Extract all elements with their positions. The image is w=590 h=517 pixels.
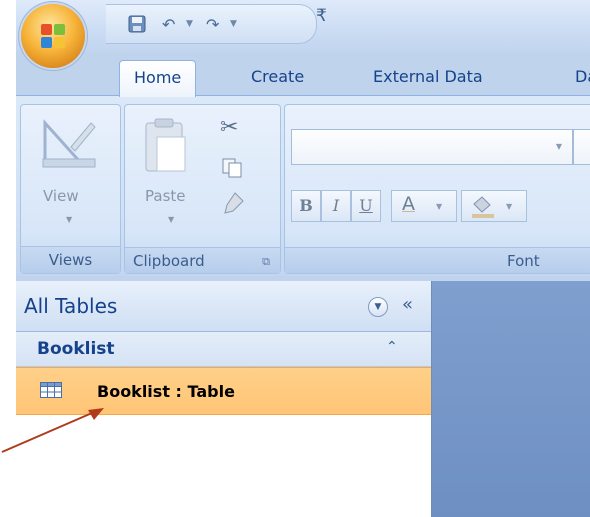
clipboard-group: Paste ▼ ✂ Clipboard ⧉ xyxy=(124,104,281,274)
font-label-text: Font xyxy=(507,252,540,270)
office-logo-icon xyxy=(41,24,65,48)
clipboard-group-label: Clipboard ⧉ xyxy=(125,247,280,273)
view-dropdown-icon[interactable]: ▼ xyxy=(66,215,72,224)
redo-icon[interactable]: ↷ xyxy=(206,15,219,34)
shutter-bar-close-icon[interactable]: « xyxy=(402,294,413,315)
font-size-combobox[interactable] xyxy=(573,129,590,165)
font-group: ▼ B I U A ▼ ▼ Font xyxy=(284,104,590,274)
fill-color-button[interactable]: ▼ xyxy=(461,190,527,222)
font-color-button[interactable]: A ▼ xyxy=(391,190,457,222)
fill-color-dropdown-icon[interactable]: ▼ xyxy=(506,202,512,211)
views-group: View ▼ Views xyxy=(20,104,121,274)
nav-pane-title: All Tables xyxy=(24,294,118,318)
font-group-label: Font xyxy=(285,247,590,273)
paste-dropdown-icon[interactable]: ▼ xyxy=(168,215,174,224)
office-button[interactable] xyxy=(21,4,85,68)
font-color-glyph: A xyxy=(402,193,415,215)
clipboard-label-text: Clipboard xyxy=(133,252,205,270)
tab-create[interactable]: Create xyxy=(237,60,318,96)
views-group-label: Views xyxy=(21,246,120,273)
save-icon[interactable] xyxy=(128,15,146,37)
collapse-group-icon[interactable]: ⌃ xyxy=(386,339,398,355)
design-view-icon xyxy=(42,119,96,168)
font-color-dropdown-icon[interactable]: ▼ xyxy=(436,202,442,211)
paste-button[interactable]: Paste xyxy=(145,187,186,205)
format-painter-icon[interactable] xyxy=(221,191,245,215)
cut-icon[interactable]: ✂ xyxy=(220,115,238,140)
copy-icon[interactable] xyxy=(221,157,243,179)
underline-button[interactable]: U xyxy=(351,190,381,222)
view-button[interactable]: View xyxy=(43,187,79,205)
font-name-combobox[interactable]: ▼ xyxy=(291,129,573,165)
quick-access-toolbar: ↶ ▼ ↷ ▼ xyxy=(106,4,317,44)
dialog-launcher-icon[interactable]: ⧉ xyxy=(262,249,270,275)
nav-group-title: Booklist xyxy=(37,339,115,359)
navigation-pane: All Tables ▼ « Booklist ⌃ Booklist : Tab… xyxy=(16,281,432,517)
tab-database-tools[interactable]: Da xyxy=(561,60,590,96)
paint-bucket-icon xyxy=(472,196,494,218)
tab-external-data[interactable]: External Data xyxy=(359,60,497,96)
access-window: ↶ ▼ ↷ ▼ ₹ Home Create External Data Da V… xyxy=(16,0,590,517)
redo-dropdown-icon[interactable]: ▼ xyxy=(230,19,237,29)
nav-item-booklist-table[interactable]: Booklist : Table xyxy=(16,367,431,415)
undo-dropdown-icon[interactable]: ▼ xyxy=(186,19,193,29)
undo-icon[interactable]: ↶ xyxy=(162,15,175,34)
bold-button[interactable]: B xyxy=(291,190,321,222)
paste-icon xyxy=(145,118,186,172)
italic-button[interactable]: I xyxy=(321,190,351,222)
nav-item-label: Booklist : Table xyxy=(97,382,235,401)
document-workspace xyxy=(432,281,590,517)
table-icon xyxy=(40,382,62,398)
nav-group-header[interactable]: Booklist ⌃ xyxy=(16,332,431,367)
customize-qat-icon[interactable]: ₹ xyxy=(316,6,327,26)
font-name-dropdown-icon[interactable]: ▼ xyxy=(556,142,562,151)
ribbon: View ▼ Views Paste ▼ ✂ Clipboard ⧉ ▼ B I… xyxy=(16,95,590,276)
title-bar: ↶ ▼ ↷ ▼ ₹ xyxy=(16,0,590,52)
nav-menu-dropdown-icon[interactable]: ▼ xyxy=(368,297,388,317)
nav-pane-header[interactable]: All Tables ▼ « xyxy=(16,281,431,332)
tab-home[interactable]: Home xyxy=(119,60,197,97)
